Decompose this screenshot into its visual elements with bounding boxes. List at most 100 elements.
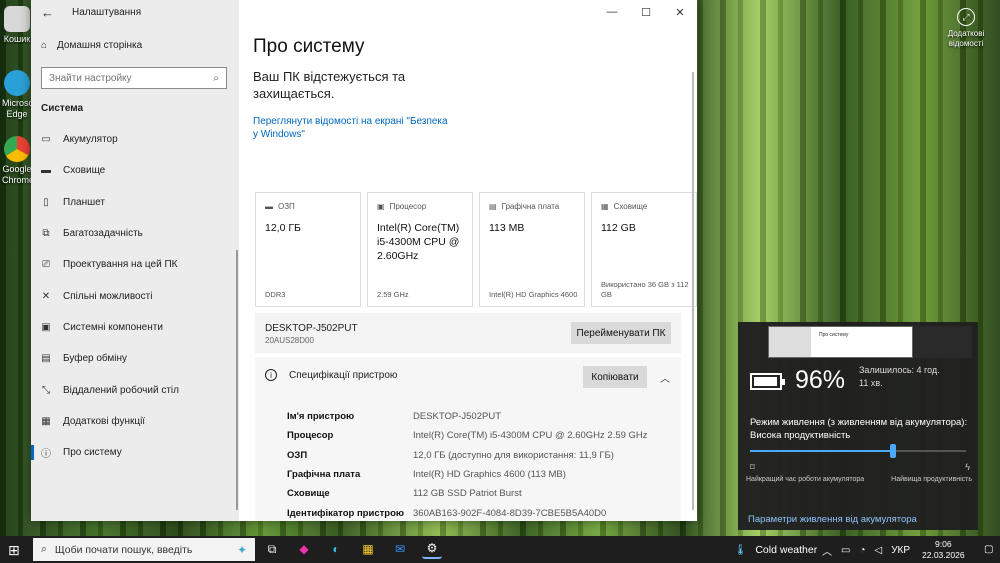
device-specs-header[interactable]: i Специфікації пристрою	[265, 369, 397, 381]
desktop-additional-info[interactable]: ⤢ Додаткові відомості	[943, 8, 989, 49]
ram-icon: ▬	[265, 202, 273, 211]
battery-icon: ▭	[41, 134, 51, 146]
page-title: Про систему	[253, 36, 365, 57]
taskbar: ⊞ ⌕ Щоби почати пошук, введіть ✦ ⧉ ◆ ◐ ▦…	[0, 536, 1000, 563]
copilot-icon[interactable]: ◆	[294, 539, 314, 559]
battery-remaining: Залишилось: 4 год. 11 хв.	[859, 365, 940, 388]
card-storage: ▦ Сховище 112 GB Використано 36 GB з 112 …	[591, 192, 697, 307]
title-bar: ← Налаштування	[31, 0, 239, 24]
desktop-icon-chrome[interactable]: Google Chrome	[2, 136, 34, 186]
sidebar-item-storage[interactable]: ▬ Сховище	[31, 155, 236, 186]
settings-window: ← Налаштування ⌂ Домашня сторінка ⌕ Сист…	[31, 0, 697, 521]
lightning-icon: ϟ	[965, 462, 970, 472]
table-row: Графічна плата Intel(R) HD Graphics 4600 …	[287, 469, 566, 481]
copy-button[interactable]: Копіювати	[583, 366, 647, 388]
chevron-up-icon[interactable]: ︿	[822, 543, 832, 558]
window-controls: — ☐ ✕	[595, 0, 697, 24]
sidebar-item-tablet[interactable]: ▯ Планшет	[31, 187, 236, 218]
power-mode-slider[interactable]	[750, 444, 966, 458]
close-icon[interactable]: ✕	[663, 0, 697, 24]
sidebar-item-clipboard[interactable]: ▤ Буфер обміну	[31, 343, 236, 374]
sidebar-item-multitasking[interactable]: ⧉ Багатозадачність	[31, 218, 236, 249]
optional-features-icon: ▦	[41, 415, 51, 427]
clock[interactable]: 9:06 22.03.2026	[922, 539, 965, 561]
battery-settings-link[interactable]: Параметри живлення від акумулятора	[748, 514, 917, 525]
settings-gear-icon[interactable]: ⚙	[422, 539, 442, 559]
graphics-icon: ▤	[489, 202, 497, 211]
multitasking-icon: ⧉	[42, 228, 50, 240]
weather-widget[interactable]: 🌡 Cold weather	[734, 543, 817, 557]
sidebar-nav: ▭ Акумулятор ▬ Сховище ▯ Планшет ⧉ Багатозад…	[31, 124, 236, 468]
search-input[interactable]	[49, 72, 199, 84]
clipboard-icon: ▤	[41, 353, 51, 365]
sidebar-item-system-components[interactable]: ▣ Системні компоненти	[31, 312, 236, 343]
home-icon: ⌂	[41, 40, 48, 51]
chrome-icon	[4, 136, 30, 162]
sidebar: ← Налаштування ⌂ Домашня сторінка ⌕ Сист…	[31, 0, 239, 521]
card-processor: ▣ Процесор Intel(R) Core(TM) i5-4300M CPU…	[367, 192, 473, 307]
sidebar-item-about[interactable]: ⓘ Про систему	[31, 437, 236, 468]
desktop-icon-recycle-bin[interactable]: Кошик	[2, 6, 32, 45]
chevron-up-icon[interactable]: ︿	[660, 370, 670, 385]
system-tray: ︿ ▭ ◔ ◁ УКР	[822, 543, 910, 558]
system-components-icon: ▣	[41, 321, 51, 333]
pc-name-panel: DESKTOP-J502PUT 20AUS28D00 Перейменувати…	[255, 313, 681, 353]
taskbar-search[interactable]: ⌕ Щоби почати пошук, введіть ✦	[33, 538, 255, 561]
card-ram: ▬ ОЗП 12,0 ГБ DDR3	[255, 192, 361, 307]
edge-icon[interactable]: ◐	[326, 539, 346, 559]
info-icon: ⤢	[957, 8, 975, 26]
shared-experiences-icon: ✕	[41, 290, 51, 302]
home-link[interactable]: ⌂ Домашня сторінка	[41, 40, 142, 51]
edge-icon	[4, 70, 30, 96]
pc-model-id: 20AUS28D00	[265, 336, 314, 345]
summary-cards: ▬ ОЗП 12,0 ГБ DDR3 ▣ Процесор Intel(R) Cor…	[255, 192, 697, 307]
window-preview-thumbnail[interactable]: Про систему	[768, 326, 913, 358]
sidebar-item-projecting[interactable]: ⎚ Проектування на цей ПК	[31, 249, 236, 280]
store-icon[interactable]: ▦	[358, 539, 378, 559]
specs-table: Ім'я пристрою DESKTOP-J502PUT Процесор Int…	[287, 407, 648, 521]
minimize-icon[interactable]: —	[595, 0, 629, 24]
outlook-icon[interactable]: ✉	[390, 539, 410, 559]
back-arrow-icon[interactable]: ←	[41, 5, 54, 20]
pc-name: DESKTOP-J502PUT	[265, 323, 358, 334]
slider-right-label: Найвища продуктивність	[891, 476, 972, 483]
table-row: ОЗП 12,0 ГБ (доступно для використання: 1…	[287, 449, 614, 461]
sidebar-scrollbar[interactable]	[236, 250, 238, 510]
task-view-icon[interactable]: ⧉	[262, 539, 282, 559]
battery-flyout: Про систему 96% Залишилось: 4 год. 11 хв…	[738, 322, 978, 530]
projecting-icon: ⎚	[42, 259, 50, 271]
table-row: Ім'я пристрою DESKTOP-J502PUT	[287, 411, 501, 423]
rename-pc-button[interactable]: Перейменувати ПК	[571, 322, 671, 344]
settings-search[interactable]: ⌕	[41, 67, 227, 89]
sidebar-item-remote-desktop[interactable]: ⤡ Віддалений робочий стіл	[31, 374, 236, 405]
recycle-bin-icon	[4, 6, 30, 32]
desktop-icon-edge[interactable]: Microsoft Edge	[2, 70, 39, 120]
slider-handle[interactable]	[889, 444, 896, 458]
security-link[interactable]: Переглянути відомості на екрані "Безпека…	[253, 115, 453, 141]
tablet-icon: ▯	[43, 196, 49, 208]
battery-icon	[750, 373, 785, 390]
sidebar-item-shared-experiences[interactable]: ✕ Спільні можливості	[31, 280, 236, 311]
processor-icon: ▣	[377, 202, 385, 211]
window-preview-thumbnail-secondary[interactable]	[914, 326, 972, 358]
battery-tray-icon[interactable]: ▭	[841, 545, 850, 556]
remote-desktop-icon: ⤡	[42, 384, 50, 396]
card-graphics: ▤ Графічна плата 113 MB Intel(R) HD Graph…	[479, 192, 585, 307]
window-title: Налаштування	[72, 6, 142, 18]
content-scrollbar[interactable]	[692, 72, 694, 510]
network-icon[interactable]: ◔	[859, 545, 865, 556]
sparkle-icon: ✦	[236, 542, 247, 557]
about-icon: ⓘ	[41, 449, 51, 461]
battery-saver-icon: ⌑	[750, 462, 755, 472]
table-row: Ідентифікатор пристрою 360AB163-902F-4084…	[287, 507, 607, 519]
sidebar-item-battery[interactable]: ▭ Акумулятор	[31, 124, 236, 155]
taskbar-apps: ⧉ ◆ ◐ ▦ ✉ ⚙	[262, 539, 442, 559]
notification-icon[interactable]: ▢	[984, 544, 993, 555]
language-indicator[interactable]: УКР	[891, 545, 910, 556]
maximize-icon[interactable]: ☐	[629, 0, 663, 24]
sidebar-section-title: Система	[41, 103, 84, 114]
search-icon: ⌕	[213, 72, 219, 84]
sidebar-item-optional-features[interactable]: ▦ Додаткові функції	[31, 406, 236, 437]
windows-start-icon[interactable]: ⊞	[8, 542, 20, 559]
volume-icon[interactable]: ◁	[875, 545, 883, 556]
